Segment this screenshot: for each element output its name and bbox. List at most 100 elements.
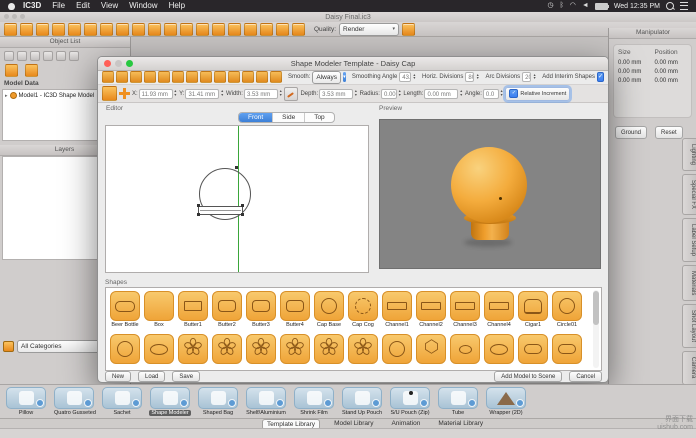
arc-tool-icon[interactable] [242, 71, 254, 83]
horiz-divisions-input[interactable]: 80 [465, 72, 474, 82]
side-tab-shot-layout[interactable]: Shot Layout [682, 304, 696, 348]
field-stepper-y[interactable]: ▲▼ [220, 90, 223, 97]
view-tab-top[interactable]: Top [304, 113, 333, 122]
stepper-down-icon[interactable]: ▼ [354, 94, 357, 98]
orbit-icon[interactable] [84, 23, 97, 36]
shape-item[interactable] [144, 334, 174, 364]
field-stepper-length[interactable]: ▲▼ [459, 90, 462, 97]
delete-node-icon[interactable] [144, 71, 156, 83]
pen-tool-icon[interactable] [256, 71, 268, 83]
shape-thumbnail[interactable] [144, 291, 174, 321]
side-tab-special-fx[interactable]: Special FX [682, 174, 696, 215]
select-icon[interactable] [102, 71, 114, 83]
shape-thumbnail[interactable] [552, 291, 582, 321]
new-button[interactable]: New [105, 371, 131, 382]
save-icon[interactable] [36, 23, 49, 36]
view-tab-front[interactable]: Front [239, 113, 272, 122]
template-thumbnail[interactable] [486, 387, 526, 409]
shape-item[interactable] [450, 334, 480, 364]
material-icon[interactable] [244, 23, 257, 36]
menu-ic3d[interactable]: IC3D [23, 0, 41, 12]
smoothing-angle-stepper[interactable]: ▲▼ [413, 74, 416, 81]
relative-increment-checkbox[interactable]: ✓ [509, 89, 518, 98]
shape-item[interactable] [246, 334, 276, 364]
horiz-divisions-stepper[interactable]: ▲▼ [476, 74, 479, 81]
shape-thumbnail[interactable] [518, 334, 548, 364]
template-thumbnail[interactable] [54, 387, 94, 409]
template-pillow[interactable]: Pillow [4, 387, 48, 416]
shape-thumbnail[interactable] [348, 334, 378, 364]
field-input-depth[interactable]: 3.53 mm [319, 89, 353, 99]
field-input-y[interactable]: 31.41 mm [185, 89, 219, 99]
shape-item[interactable] [484, 334, 514, 364]
path-handle[interactable] [197, 204, 200, 207]
template-quatro-gusseted[interactable]: Quatro Gusseted [52, 387, 96, 416]
shape-thumbnail[interactable] [348, 291, 378, 321]
dialog-titlebar[interactable]: Shape Modeler Template - Daisy Cap [98, 57, 608, 71]
path-handle[interactable] [241, 213, 244, 216]
template-thumbnail[interactable] [390, 387, 430, 409]
shape-butter1[interactable]: Butter1 [178, 291, 208, 328]
shape-item[interactable] [212, 334, 242, 364]
shape-beer-bottle[interactable]: Beer Bottle [110, 291, 140, 328]
field-stepper-x[interactable]: ▲▼ [174, 90, 177, 97]
list-view-icon[interactable] [4, 51, 14, 61]
template-thumbnail[interactable] [198, 387, 238, 409]
collapse-all-icon[interactable] [69, 51, 79, 61]
menu-edit[interactable]: Edit [76, 0, 90, 12]
add-point-icon[interactable] [119, 88, 130, 99]
stepper-down-icon[interactable]: ▼ [174, 94, 177, 98]
stepper-down-icon[interactable]: ▼ [279, 94, 282, 98]
rect-tool-icon[interactable] [200, 71, 212, 83]
template-thumbnail[interactable] [150, 387, 190, 409]
pen-tool-icon[interactable] [284, 87, 298, 101]
shape-thumbnail[interactable] [110, 334, 140, 364]
scale-icon[interactable] [148, 23, 161, 36]
smooth-dropdown-icon[interactable]: ▾ [343, 72, 346, 82]
shape-thumbnail[interactable] [178, 334, 208, 364]
window-close-icon[interactable] [4, 14, 9, 19]
stepper-down-icon[interactable]: ▼ [459, 94, 462, 98]
shape-channel2[interactable]: Channel2 [416, 291, 446, 328]
shape-item[interactable] [280, 334, 310, 364]
shape-mode-icon[interactable] [102, 86, 117, 101]
shape-channel1[interactable]: Channel1 [382, 291, 412, 328]
shape-channel3[interactable]: Channel3 [450, 291, 480, 328]
add-node-icon[interactable] [130, 71, 142, 83]
shape-thumbnail[interactable] [178, 291, 208, 321]
spotlight-icon[interactable] [666, 2, 674, 10]
template-shape-modeler[interactable]: Shape Modeler [148, 387, 192, 416]
expand-all-icon[interactable] [56, 51, 66, 61]
volume-icon[interactable]: ◄ [582, 0, 589, 12]
apple-icon[interactable] [8, 3, 15, 10]
smooth-select[interactable]: Always [312, 71, 341, 84]
window-zoom-icon[interactable] [20, 14, 25, 19]
menu-view[interactable]: View [101, 0, 118, 12]
snap-icon[interactable] [270, 71, 282, 83]
select-icon[interactable] [52, 23, 65, 36]
template-wrapper-2d[interactable]: Wrapper (2D) [484, 387, 528, 416]
shape-channel4[interactable]: Channel4 [484, 291, 514, 328]
flip-horizontal-icon[interactable] [172, 71, 184, 83]
new-file-icon[interactable] [4, 23, 17, 36]
shape-item[interactable] [552, 334, 582, 364]
template-thumbnail[interactable] [102, 387, 142, 409]
path-handle[interactable] [235, 166, 238, 169]
shape-thumbnail[interactable] [382, 334, 412, 364]
shape-thumbnail[interactable] [484, 291, 514, 321]
shape-item[interactable] [110, 334, 140, 364]
align-icon[interactable] [212, 23, 225, 36]
shape-thumbnail[interactable] [484, 334, 514, 364]
grid-view-icon[interactable] [17, 51, 27, 61]
template-shrink-film[interactable]: Shrink Film [292, 387, 336, 416]
arc-divisions-input[interactable]: 20 [522, 72, 531, 82]
quality-select[interactable]: Render▾ [339, 23, 399, 36]
curve-tool-icon[interactable] [228, 71, 240, 83]
field-stepper-angle[interactable]: ▲▼ [500, 90, 503, 97]
zoom-icon[interactable] [68, 23, 81, 36]
path-handle[interactable] [241, 204, 244, 207]
preview-viewport[interactable] [379, 119, 601, 269]
reset-button[interactable]: Reset [655, 126, 683, 139]
side-tab-label-setup[interactable]: Label Setup [682, 218, 696, 262]
shape-item[interactable] [382, 334, 412, 364]
